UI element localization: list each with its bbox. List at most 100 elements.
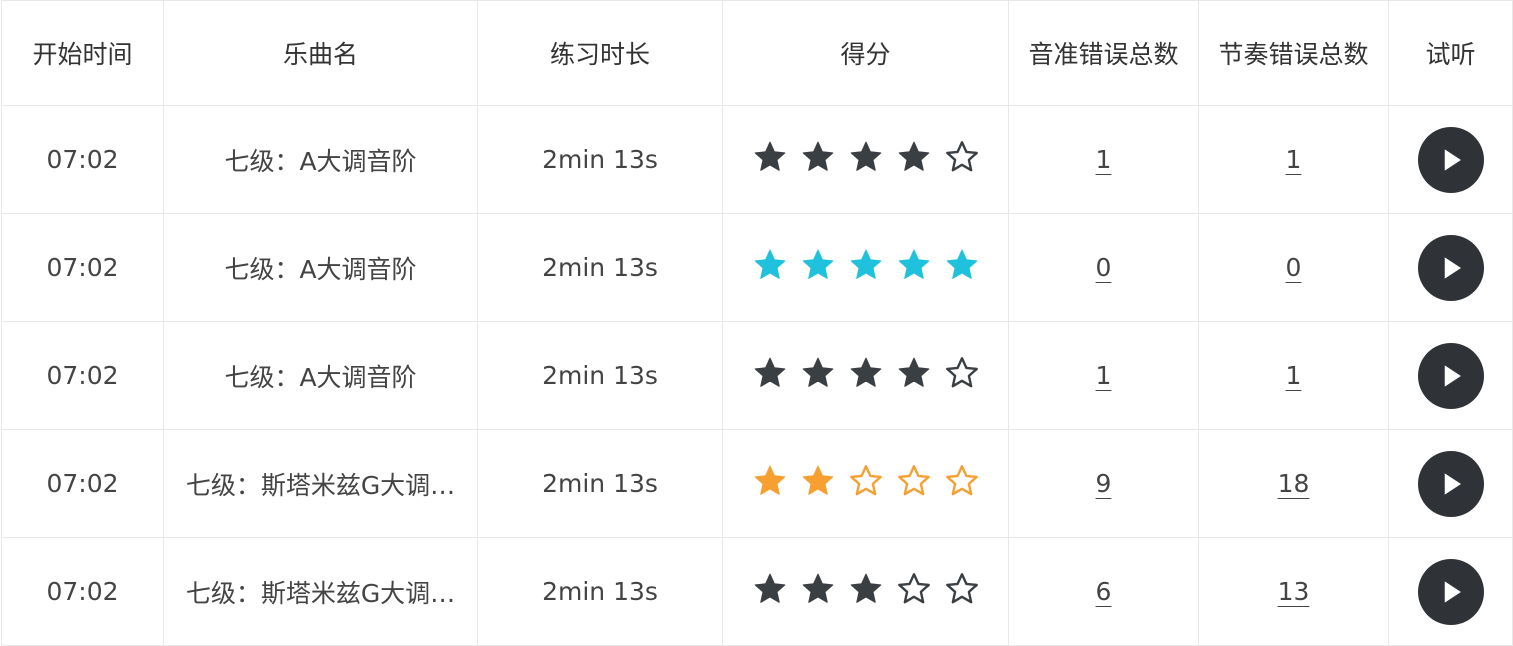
score-cell [722,429,1009,538]
star-outline-icon [945,140,978,171]
rhythm-errors-cell: 13 [1198,537,1389,646]
rhythm-errors-cell: 1 [1198,105,1389,214]
header-score: 得分 [722,0,1009,106]
star-filled-icon [802,141,833,171]
star-rating [752,355,980,391]
play-icon [1444,580,1461,603]
star-rating [752,247,980,283]
star-filled-icon [898,141,929,171]
play-button[interactable] [1417,234,1484,301]
star-filled-icon [850,357,881,387]
rhythm-errors-link[interactable]: 0 [1286,253,1302,282]
song-cell: 七级：A大调音阶 [163,213,478,322]
star-outline-icon [945,464,978,495]
song-cell: 七级：A大调音阶 [163,105,478,214]
star-filled-icon [754,465,785,495]
song-cell: 七级：斯塔米兹G大调… [163,429,478,538]
play-icon [1444,472,1461,495]
song-cell: 七级：A大调音阶 [163,321,478,430]
pitch-errors-link[interactable]: 9 [1096,469,1112,498]
play-button[interactable] [1417,558,1484,625]
rhythm-errors-cell: 18 [1198,429,1389,538]
pitch-errors-link[interactable]: 0 [1096,253,1112,282]
listen-cell [1388,429,1513,538]
table-row: 07:02 七级：斯塔米兹G大调… 2min 13s 6 13 [1,537,1513,646]
play-button[interactable] [1417,126,1484,193]
star-outline-icon [945,356,978,387]
star-filled-icon [802,465,833,495]
rhythm-errors-link[interactable]: 18 [1278,469,1310,498]
star-filled-icon [802,249,833,279]
header-duration: 练习时长 [477,0,723,106]
table-row: 07:02 七级：斯塔米兹G大调… 2min 13s 9 18 [1,429,1513,538]
score-cell [722,537,1009,646]
star-outline-icon [897,572,930,603]
header-row: 开始时间 乐曲名 练习时长 得分 音准错误总数 节奏错误总数 试听 [1,0,1513,106]
start-time-cell: 07:02 [1,213,164,322]
start-time-cell: 07:02 [1,537,164,646]
star-filled-icon [754,573,785,603]
score-cell [722,321,1009,430]
star-rating [752,463,980,499]
star-filled-icon [802,573,833,603]
table-row: 07:02 七级：A大调音阶 2min 13s 0 0 [1,213,1513,322]
play-button[interactable] [1417,342,1484,409]
header-rhythm-errors: 节奏错误总数 [1198,0,1389,106]
listen-cell [1388,213,1513,322]
header-pitch-errors: 音准错误总数 [1008,0,1199,106]
table-row: 07:02 七级：A大调音阶 2min 13s 1 1 [1,105,1513,214]
pitch-errors-cell: 1 [1008,321,1199,430]
song-name: 七级：斯塔米兹G大调… [185,578,456,608]
practice-records-table: 开始时间 乐曲名 练习时长 得分 音准错误总数 节奏错误总数 试听 07:02 … [1,0,1513,646]
play-button[interactable] [1417,450,1484,517]
song-cell: 七级：斯塔米兹G大调… [163,537,478,646]
pitch-errors-cell: 0 [1008,213,1199,322]
start-time-cell: 07:02 [1,321,164,430]
rhythm-errors-cell: 1 [1198,321,1389,430]
rhythm-errors-link[interactable]: 1 [1286,145,1302,174]
pitch-errors-cell: 6 [1008,537,1199,646]
star-filled-icon [850,141,881,171]
star-outline-icon [849,464,882,495]
star-rating [752,571,980,607]
duration-cell: 2min 13s [477,321,723,430]
play-icon [1444,148,1461,171]
score-cell [722,105,1009,214]
pitch-errors-link[interactable]: 1 [1096,361,1112,390]
song-name: 七级：A大调音阶 [224,146,417,176]
pitch-errors-link[interactable]: 1 [1096,145,1112,174]
star-filled-icon [754,141,785,171]
star-filled-icon [754,249,785,279]
star-filled-icon [802,357,833,387]
listen-cell [1388,105,1513,214]
play-icon [1444,364,1461,387]
start-time-cell: 07:02 [1,105,164,214]
star-filled-icon [898,357,929,387]
star-filled-icon [850,573,881,603]
start-time-cell: 07:02 [1,429,164,538]
pitch-errors-cell: 9 [1008,429,1199,538]
star-outline-icon [897,464,930,495]
song-name: 七级：A大调音阶 [224,362,417,392]
song-name: 七级：斯塔米兹G大调… [185,470,456,500]
rhythm-errors-link[interactable]: 1 [1286,361,1302,390]
song-name: 七级：A大调音阶 [224,254,417,284]
pitch-errors-link[interactable]: 6 [1096,577,1112,606]
listen-cell [1388,537,1513,646]
header-listen: 试听 [1388,0,1513,106]
listen-cell [1388,321,1513,430]
duration-cell: 2min 13s [477,213,723,322]
score-cell [722,213,1009,322]
rhythm-errors-link[interactable]: 13 [1278,577,1310,606]
pitch-errors-cell: 1 [1008,105,1199,214]
header-start-time: 开始时间 [1,0,164,106]
duration-cell: 2min 13s [477,105,723,214]
table-row: 07:02 七级：A大调音阶 2min 13s 1 1 [1,321,1513,430]
star-filled-icon [946,249,977,279]
duration-cell: 2min 13s [477,537,723,646]
star-filled-icon [850,249,881,279]
star-outline-icon [945,572,978,603]
rhythm-errors-cell: 0 [1198,213,1389,322]
play-icon [1444,256,1461,279]
duration-cell: 2min 13s [477,429,723,538]
